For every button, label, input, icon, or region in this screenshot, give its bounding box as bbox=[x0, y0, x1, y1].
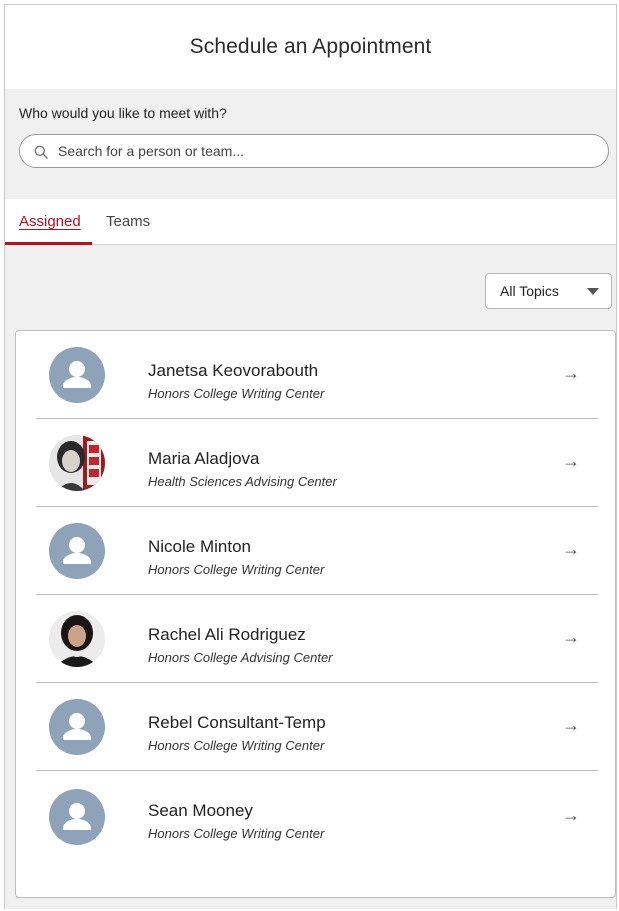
page-title: Schedule an Appointment bbox=[189, 35, 432, 58]
list-item[interactable]: Maria Aladjova Health Sciences Advising … bbox=[36, 419, 598, 507]
search-label: Who would you like to meet with? bbox=[19, 105, 227, 121]
person-name: Sean Mooney bbox=[148, 801, 253, 820]
list-item[interactable]: Rebel Consultant-Temp Honors College Wri… bbox=[36, 683, 598, 771]
list-item[interactable]: Nicole Minton Honors College Writing Cen… bbox=[36, 507, 598, 595]
person-icon bbox=[49, 347, 105, 403]
person-icon bbox=[49, 789, 105, 845]
person-name: Rachel Ali Rodriguez bbox=[148, 625, 306, 644]
person-name: Rebel Consultant-Temp bbox=[148, 713, 326, 732]
person-department: Honors College Writing Center bbox=[148, 826, 325, 841]
people-list: Janetsa Keovorabouth Honors College Writ… bbox=[15, 330, 616, 898]
content-area: All Topics Janetsa Keovorabouth Honors C… bbox=[5, 245, 616, 898]
appointment-panel: Schedule an Appointment Who would you li… bbox=[4, 4, 617, 909]
arrow-right-icon[interactable]: → bbox=[562, 363, 580, 384]
avatar bbox=[49, 611, 105, 667]
tab-teams[interactable]: Teams bbox=[106, 213, 150, 230]
search-icon bbox=[34, 145, 48, 159]
person-name: Nicole Minton bbox=[148, 537, 251, 556]
arrow-right-icon[interactable]: → bbox=[562, 715, 580, 736]
arrow-right-icon[interactable]: → bbox=[562, 627, 580, 648]
header: Schedule an Appointment bbox=[5, 5, 616, 89]
person-icon bbox=[49, 699, 105, 755]
topics-dropdown[interactable]: All Topics bbox=[485, 273, 612, 309]
tab-bar: Assigned Teams bbox=[5, 199, 616, 245]
person-name: Janetsa Keovorabouth bbox=[148, 361, 319, 380]
person-name: Maria Aladjova bbox=[148, 449, 260, 468]
arrow-right-icon[interactable]: → bbox=[562, 539, 580, 560]
search-section: Who would you like to meet with? bbox=[5, 89, 616, 199]
search-box[interactable] bbox=[19, 134, 609, 168]
filter-row: All Topics bbox=[5, 245, 616, 331]
person-department: Health Sciences Advising Center bbox=[148, 474, 337, 489]
arrow-right-icon[interactable]: → bbox=[562, 805, 580, 826]
list-item[interactable]: Janetsa Keovorabouth Honors College Writ… bbox=[36, 331, 598, 419]
list-item[interactable]: Sean Mooney Honors College Writing Cente… bbox=[36, 771, 598, 859]
person-department: Honors College Advising Center bbox=[148, 650, 333, 665]
person-icon bbox=[49, 523, 105, 579]
person-department: Honors College Writing Center bbox=[148, 738, 325, 753]
tab-assigned[interactable]: Assigned bbox=[19, 213, 81, 230]
arrow-right-icon[interactable]: → bbox=[562, 451, 580, 472]
search-input[interactable] bbox=[56, 142, 600, 160]
topics-dropdown-value: All Topics bbox=[500, 283, 559, 299]
person-department: Honors College Writing Center bbox=[148, 386, 325, 401]
list-item[interactable]: Rachel Ali Rodriguez Honors College Advi… bbox=[36, 595, 598, 683]
avatar bbox=[49, 435, 105, 491]
person-department: Honors College Writing Center bbox=[148, 562, 325, 577]
caret-down-icon bbox=[587, 288, 599, 295]
